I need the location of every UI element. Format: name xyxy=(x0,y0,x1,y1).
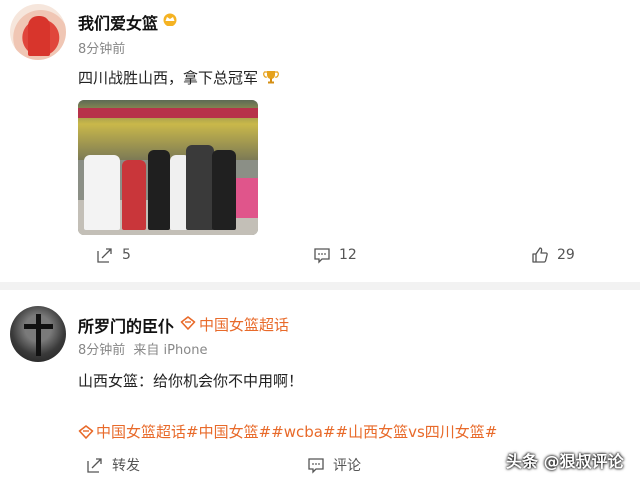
repost-count: 5 xyxy=(122,247,131,263)
post-card: 我们爱女篮 8分钟前 四川战胜山西，拿下总冠军 5 12 29 xyxy=(0,0,640,282)
image-player xyxy=(84,155,120,230)
avatar[interactable] xyxy=(10,4,66,60)
topic-tags-text[interactable]: 中国女篮超话#中国女篮##wcba##山西女篮vs四川女篮# xyxy=(96,421,497,442)
repost-button[interactable]: 5 xyxy=(96,246,131,264)
image-player xyxy=(148,150,170,230)
repost-button[interactable]: 转发 xyxy=(86,455,140,475)
cross-bar xyxy=(24,324,53,329)
like-button[interactable]: 29 xyxy=(531,246,575,264)
crown-icon xyxy=(163,13,177,26)
post-text: 山西女篮：给你机会你不中用啊！ xyxy=(78,372,304,390)
comment-button[interactable]: 12 xyxy=(313,246,357,264)
supertopic-icon xyxy=(78,424,94,439)
comment-icon xyxy=(314,248,330,264)
post-image[interactable] xyxy=(78,100,258,235)
comment-button[interactable]: 评论 xyxy=(307,455,361,475)
post-time-value: 8分钟前 xyxy=(78,343,126,358)
comment-count: 12 xyxy=(339,247,357,263)
cross-icon xyxy=(36,314,41,356)
watermark: 头条 @狠叔评论 xyxy=(506,452,624,471)
repost-label: 转发 xyxy=(112,458,140,474)
supertopic-icon xyxy=(180,316,196,330)
image-player xyxy=(122,160,146,230)
avatar[interactable] xyxy=(10,306,66,362)
like-icon xyxy=(532,247,548,263)
topic-tags[interactable]: 中国女篮超话#中国女篮##wcba##山西女篮vs四川女篮# xyxy=(78,421,497,442)
post-time: 8分钟前 xyxy=(78,42,126,57)
supertopic-link[interactable]: 中国女篮超话 xyxy=(199,314,289,335)
post-text: 四川战胜山西，拿下总冠军 xyxy=(78,67,279,88)
trophy-icon xyxy=(262,71,279,84)
avatar-figure xyxy=(28,16,50,56)
comment-label: 评论 xyxy=(333,458,361,474)
post-time: 8分钟前 来自 iPhone xyxy=(78,339,207,358)
post-separator xyxy=(0,282,640,290)
comment-icon xyxy=(308,458,324,474)
username[interactable]: 我们爱女篮 xyxy=(78,10,158,34)
image-banner xyxy=(78,108,258,118)
repost-icon xyxy=(97,248,112,263)
post-source: 来自 iPhone xyxy=(133,343,208,358)
image-player xyxy=(186,145,214,230)
image-player xyxy=(212,150,236,230)
repost-icon xyxy=(87,458,102,473)
username[interactable]: 所罗门的臣仆 xyxy=(78,313,174,337)
post-text-content: 四川战胜山西，拿下总冠军 xyxy=(78,69,259,87)
like-count: 29 xyxy=(557,247,575,263)
